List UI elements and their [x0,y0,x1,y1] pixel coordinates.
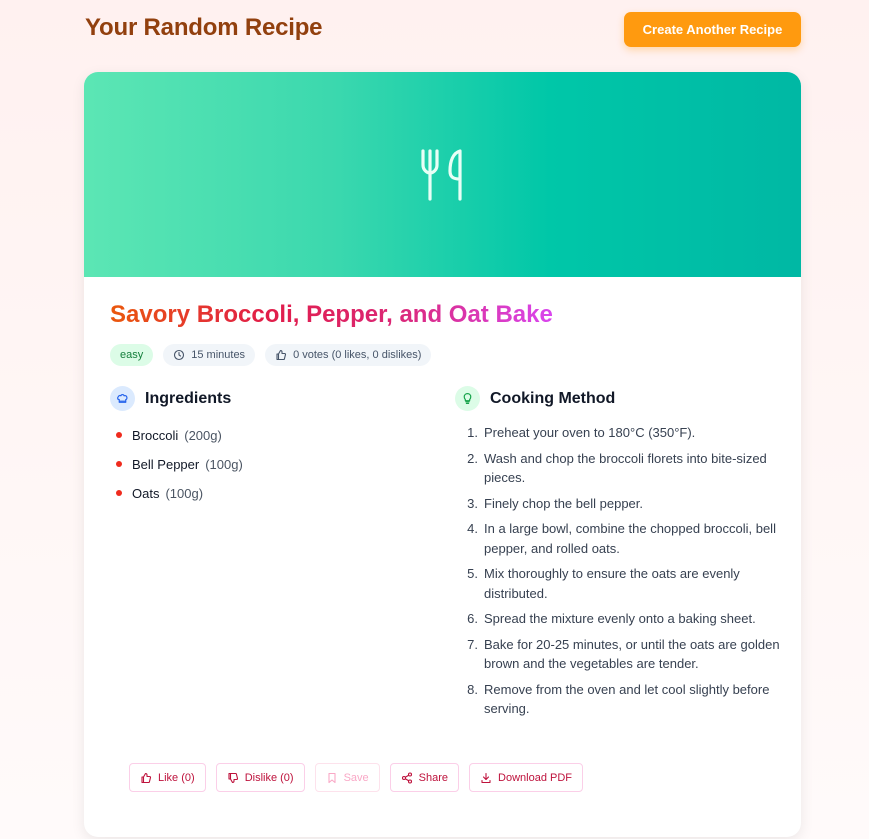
ingredient-quantity: (100g) [205,456,243,472]
time-badge: 15 minutes [163,344,256,366]
list-item: 4. In a large bowl, combine the chopped b… [460,519,790,558]
step-number: 7. [467,636,478,652]
create-another-recipe-button[interactable]: Create Another Recipe [624,12,801,47]
clock-icon [173,349,185,361]
method-heading: Cooking Method [455,386,615,411]
utensils-icon [418,147,468,203]
thumbs-down-icon [227,772,239,784]
list-item: 1. Preheat your oven to 180°C (350°F). [460,423,790,443]
share-icon [401,771,413,784]
list-item: Oats (100g) [116,483,243,503]
recipe-actions: Like (0) Dislike (0) Save Share Download… [129,763,584,792]
difficulty-badge: easy [110,344,154,366]
step-text: In a large bowl, combine the chopped bro… [484,521,776,556]
step-text: Mix thoroughly to ensure the oats are ev… [484,566,740,601]
dislike-label: Dislike (0) [244,771,294,784]
bullet-dot [116,432,122,438]
list-item: 8. Remove from the oven and let cool slig… [460,680,790,719]
share-button[interactable]: Share [389,763,460,792]
ingredient-quantity: (200g) [184,427,222,443]
bookmark-icon [326,772,338,784]
ingredient-quantity: (100g) [165,485,204,501]
dislike-button[interactable]: Dislike (0) [215,763,305,792]
bullet-dot [116,461,122,467]
ingredient-name: Oats [132,485,160,501]
time-label: 15 minutes [191,349,246,361]
save-label: Save [343,771,369,784]
votes-label: 0 votes (0 likes, 0 dislikes) [293,349,422,361]
method-steps: 1. Preheat your oven to 180°C (350°F). 2.… [460,423,790,725]
method-heading-label: Cooking Method [490,389,616,407]
like-label: Like (0) [158,771,195,784]
share-label: Share [418,771,449,784]
like-button[interactable]: Like (0) [129,763,206,792]
bullet-dot [116,490,122,496]
page-title: Your Random Recipe [85,14,323,41]
step-number: 4. [467,521,478,536]
thumbs-up-icon [140,772,152,784]
ingredients-list: Broccoli (200g) Bell Pepper (100g) Oats … [116,425,243,512]
list-item: Broccoli (200g) [116,425,243,445]
difficulty-label: easy [120,349,144,361]
recipe-badges: easy 15 minutes 0 votes (0 likes, 0 disl… [110,344,432,366]
recipe-title: Savory Broccoli, Pepper, and Oat Bake [110,301,553,328]
step-text: Preheat your oven to 180°C (350°F). [484,425,696,440]
list-item: 5. Mix thoroughly to ensure the oats are … [460,564,790,603]
step-number: 3. [467,495,478,511]
ingredient-name: Broccoli [132,427,179,443]
save-button[interactable]: Save [314,763,380,792]
list-item: 6. Spread the mixture evenly onto a bakin… [460,609,790,629]
recipe-card: Savory Broccoli, Pepper, and Oat Bake ea… [84,72,801,837]
ingredient-name: Bell Pepper [132,456,200,472]
step-number: 1. [467,425,478,440]
download-label: Download PDF [498,771,573,784]
step-text: Finely chop the bell pepper. [484,495,643,511]
lightbulb-icon [455,386,480,411]
votes-badge: 0 votes (0 likes, 0 dislikes) [265,344,432,366]
step-text: Spread the mixture evenly onto a baking … [484,611,756,626]
list-item: 2. Wash and chop the broccoli florets int… [460,449,790,488]
thumbs-up-icon [275,349,287,361]
recipe-hero-banner [84,72,801,277]
download-pdf-button[interactable]: Download PDF [469,763,584,792]
step-number: 2. [467,450,478,466]
step-text: Bake for 20-25 minutes, or until the oat… [484,636,780,672]
ingredients-heading-label: Ingredients [145,389,232,407]
download-icon [480,772,492,784]
list-item: 7. Bake for 20-25 minutes, or until the o… [460,635,790,674]
ingredients-heading: Ingredients [110,386,231,411]
chef-hat-icon [110,386,135,411]
step-number: 6. [467,611,478,626]
step-number: 8. [467,681,478,697]
step-number: 5. [467,566,478,581]
list-item: 3. Finely chop the bell pepper. [460,494,790,514]
step-text: Wash and chop the broccoli florets into … [484,450,767,486]
step-text: Remove from the oven and let cool slight… [484,681,770,717]
list-item: Bell Pepper (100g) [116,454,243,474]
